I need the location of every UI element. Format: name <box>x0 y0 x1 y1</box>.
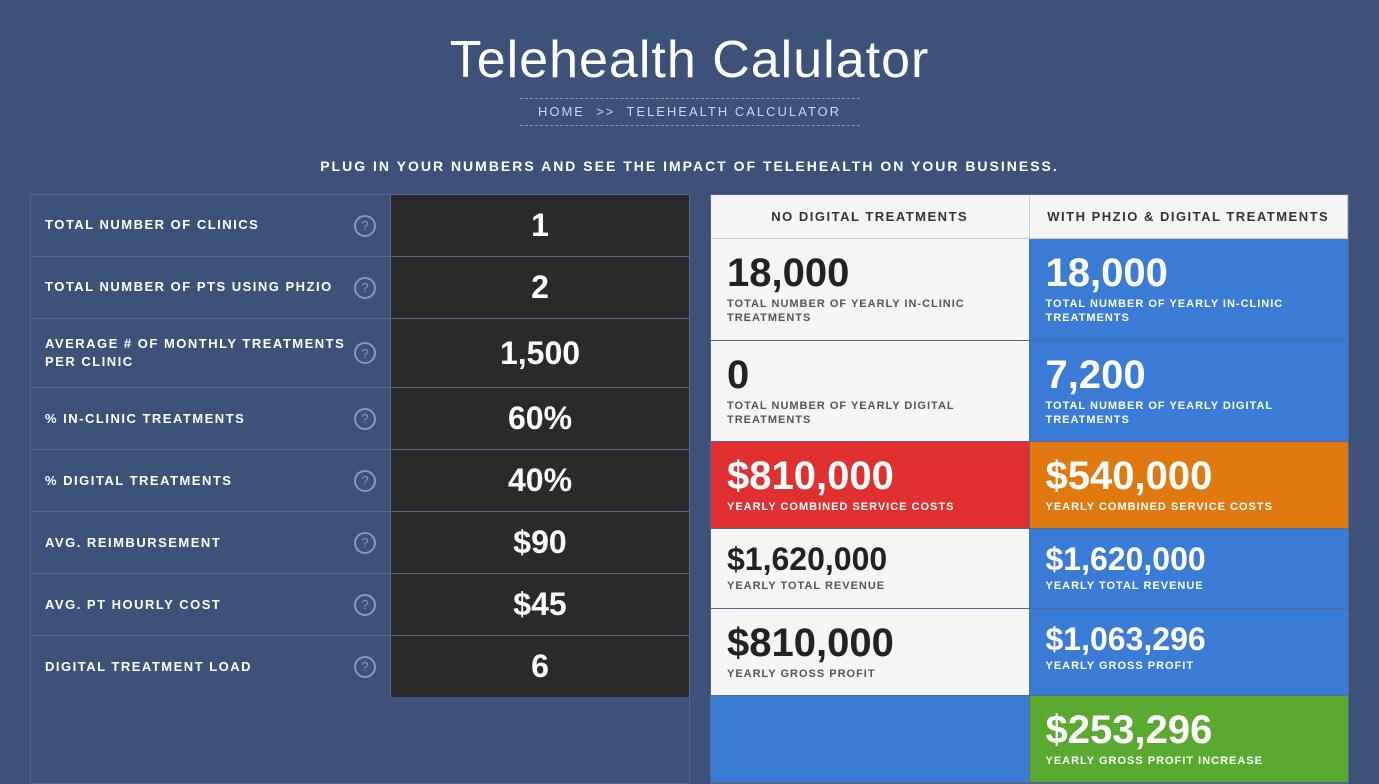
page-header: Telehealth Calulator HOME >> TELEHEALTH … <box>0 0 1379 144</box>
input-field-digital-load[interactable] <box>403 648 677 685</box>
label-text-avg-hourly: AVG. PT HOURLY COST <box>45 596 221 614</box>
cell-value-r3-c0: $1,620,000 <box>727 543 1013 575</box>
cell-value-r0-c1: 18,000 <box>1046 253 1333 293</box>
cell-label-r3-c0: YEARLY TOTAL REVENUE <box>727 579 1013 593</box>
label-text-clinics: TOTAL NUMBER OF CLINICS <box>45 216 259 234</box>
input-field-avg-monthly[interactable] <box>403 335 677 372</box>
cell-value-r4-c0: $810,000 <box>727 623 1013 663</box>
cell-label-r3-c1: YEARLY TOTAL REVENUE <box>1046 579 1333 593</box>
label-text-avg-monthly: AVERAGE # OF MONTHLY TREATMENTS PER CLIN… <box>45 335 346 371</box>
input-label-avg-hourly: AVG. PT HOURLY COST ? <box>31 574 391 635</box>
input-row-digital-pct: % DIGITAL TREATMENTS ? <box>31 450 689 512</box>
input-field-avg-hourly[interactable] <box>403 586 677 623</box>
data-cell-r0-c1: 18,000 TOTAL NUMBER OF YEARLY IN-CLINIC … <box>1030 239 1349 341</box>
input-value-digital-pct[interactable] <box>391 450 689 511</box>
data-cell-r5-c1: $253,296 YEARLY GROSS PROFIT INCREASE <box>1030 696 1349 783</box>
help-icon-pts[interactable]: ? <box>354 277 376 299</box>
cell-value-r4-c1: $1,063,296 <box>1046 623 1333 655</box>
label-text-digital-load: DIGITAL TREATMENT LOAD <box>45 658 252 676</box>
help-icon-avg-reimburse[interactable]: ? <box>354 532 376 554</box>
input-label-digital-load: DIGITAL TREATMENT LOAD ? <box>31 636 391 697</box>
page-title: Telehealth Calulator <box>0 30 1379 90</box>
data-cell-r3-c1: $1,620,000 YEARLY TOTAL REVENUE <box>1030 529 1349 608</box>
input-label-pts: TOTAL NUMBER OF PTS USING PHZIO ? <box>31 257 391 318</box>
label-text-pts: TOTAL NUMBER OF PTS USING PHZIO <box>45 278 333 296</box>
help-icon-clinics[interactable]: ? <box>354 215 376 237</box>
label-text-in-clinic-pct: % IN-CLINIC TREATMENTS <box>45 410 245 428</box>
col-header-1: WITH PHZIO & DIGITAL TREATMENTS <box>1030 195 1349 239</box>
input-row-in-clinic-pct: % IN-CLINIC TREATMENTS ? <box>31 388 689 450</box>
cell-label-r1-c1: TOTAL NUMBER OF YEARLY DIGITAL TREATMENT… <box>1046 399 1333 428</box>
input-value-avg-reimburse[interactable] <box>391 512 689 573</box>
help-icon-in-clinic-pct[interactable]: ? <box>354 408 376 430</box>
subtitle: PLUG IN YOUR NUMBERS AND SEE THE IMPACT … <box>0 158 1379 174</box>
breadcrumb: HOME >> TELEHEALTH CALCULATOR <box>0 98 1379 126</box>
data-cell-r1-c1: 7,200 TOTAL NUMBER OF YEARLY DIGITAL TRE… <box>1030 341 1349 443</box>
right-panel: NO DIGITAL TREATMENTSWITH PHZIO & DIGITA… <box>710 194 1349 784</box>
cell-label-r0-c1: TOTAL NUMBER OF YEARLY IN-CLINIC TREATME… <box>1046 297 1333 326</box>
data-cell-r2-c0: $810,000 YEARLY COMBINED SERVICE COSTS <box>711 442 1030 529</box>
cell-label-r4-c0: YEARLY GROSS PROFIT <box>727 667 1013 681</box>
main-content: TOTAL NUMBER OF CLINICS ? TOTAL NUMBER O… <box>0 194 1379 784</box>
help-icon-digital-load[interactable]: ? <box>354 656 376 678</box>
input-field-digital-pct[interactable] <box>403 462 677 499</box>
label-text-digital-pct: % DIGITAL TREATMENTS <box>45 472 232 490</box>
input-label-digital-pct: % DIGITAL TREATMENTS ? <box>31 450 391 511</box>
cell-value-r1-c1: 7,200 <box>1046 355 1333 395</box>
input-label-avg-reimburse: AVG. REIMBURSEMENT ? <box>31 512 391 573</box>
input-field-pts[interactable] <box>403 269 677 306</box>
data-cell-r5-c0 <box>711 696 1030 783</box>
input-field-in-clinic-pct[interactable] <box>403 400 677 437</box>
cell-value-r1-c0: 0 <box>727 355 1013 395</box>
input-field-clinics[interactable] <box>403 207 677 244</box>
data-cell-r2-c1: $540,000 YEARLY COMBINED SERVICE COSTS <box>1030 442 1349 529</box>
input-value-avg-hourly[interactable] <box>391 574 689 635</box>
col-header-0: NO DIGITAL TREATMENTS <box>711 195 1030 239</box>
data-cell-r4-c0: $810,000 YEARLY GROSS PROFIT <box>711 609 1030 696</box>
cell-label-r5-c1: YEARLY GROSS PROFIT INCREASE <box>1046 754 1333 768</box>
input-value-in-clinic-pct[interactable] <box>391 388 689 449</box>
input-value-pts[interactable] <box>391 257 689 318</box>
cell-value-r5-c1: $253,296 <box>1046 710 1333 750</box>
input-row-digital-load: DIGITAL TREATMENT LOAD ? <box>31 636 689 697</box>
input-label-in-clinic-pct: % IN-CLINIC TREATMENTS ? <box>31 388 391 449</box>
cell-label-r2-c1: YEARLY COMBINED SERVICE COSTS <box>1046 500 1333 514</box>
input-label-clinics: TOTAL NUMBER OF CLINICS ? <box>31 195 391 256</box>
cell-value-r2-c0: $810,000 <box>727 456 1013 496</box>
cell-label-r4-c1: YEARLY GROSS PROFIT <box>1046 659 1333 673</box>
input-value-avg-monthly[interactable] <box>391 319 689 387</box>
input-value-digital-load[interactable] <box>391 636 689 697</box>
help-icon-digital-pct[interactable]: ? <box>354 470 376 492</box>
data-cell-r1-c0: 0 TOTAL NUMBER OF YEARLY DIGITAL TREATME… <box>711 341 1030 443</box>
input-row-avg-hourly: AVG. PT HOURLY COST ? <box>31 574 689 636</box>
input-row-clinics: TOTAL NUMBER OF CLINICS ? <box>31 195 689 257</box>
cell-label-r0-c0: TOTAL NUMBER OF YEARLY IN-CLINIC TREATME… <box>727 297 1013 326</box>
help-icon-avg-monthly[interactable]: ? <box>354 342 376 364</box>
cell-label-r1-c0: TOTAL NUMBER OF YEARLY DIGITAL TREATMENT… <box>727 399 1013 428</box>
help-icon-avg-hourly[interactable]: ? <box>354 594 376 616</box>
input-row-avg-reimburse: AVG. REIMBURSEMENT ? <box>31 512 689 574</box>
data-cell-r0-c0: 18,000 TOTAL NUMBER OF YEARLY IN-CLINIC … <box>711 239 1030 341</box>
cell-value-r2-c1: $540,000 <box>1046 456 1333 496</box>
input-label-avg-monthly: AVERAGE # OF MONTHLY TREATMENTS PER CLIN… <box>31 319 391 387</box>
cell-value-r0-c0: 18,000 <box>727 253 1013 293</box>
data-cell-r4-c1: $1,063,296 YEARLY GROSS PROFIT <box>1030 609 1349 696</box>
input-row-pts: TOTAL NUMBER OF PTS USING PHZIO ? <box>31 257 689 319</box>
input-field-avg-reimburse[interactable] <box>403 524 677 561</box>
data-cell-r3-c0: $1,620,000 YEARLY TOTAL REVENUE <box>711 529 1030 608</box>
input-row-avg-monthly: AVERAGE # OF MONTHLY TREATMENTS PER CLIN… <box>31 319 689 388</box>
input-value-clinics[interactable] <box>391 195 689 256</box>
cell-value-r3-c1: $1,620,000 <box>1046 543 1333 575</box>
breadcrumb-text: HOME >> TELEHEALTH CALCULATOR <box>538 104 841 119</box>
left-panel: TOTAL NUMBER OF CLINICS ? TOTAL NUMBER O… <box>30 194 690 784</box>
label-text-avg-reimburse: AVG. REIMBURSEMENT <box>45 534 221 552</box>
cell-label-r2-c0: YEARLY COMBINED SERVICE COSTS <box>727 500 1013 514</box>
